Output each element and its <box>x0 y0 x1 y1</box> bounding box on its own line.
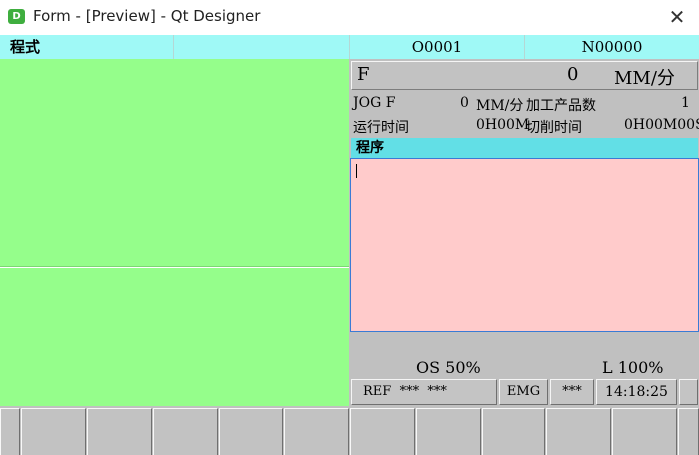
jog-feed-label: JOG F <box>353 95 396 111</box>
softkey-left-arrow[interactable] <box>0 408 20 455</box>
sequence-number: N00000 <box>525 35 699 59</box>
run-time-value: 0H00M <box>476 117 530 133</box>
jog-feed-unit: MM/分 <box>476 98 524 114</box>
softkey-3[interactable] <box>153 408 218 455</box>
feed-label: F <box>357 64 370 85</box>
softkey-6[interactable] <box>350 408 415 455</box>
spindle-override: OS 50% <box>416 358 481 377</box>
emergency-status: EMG <box>499 379 548 405</box>
ref-status: REF *** *** <box>351 379 497 405</box>
softkey-4[interactable] <box>219 408 283 455</box>
program-header: 程序 <box>351 138 698 158</box>
cut-time-label: 切削时间 <box>526 120 582 136</box>
softkey-5[interactable] <box>284 408 349 455</box>
program-number: O0001 <box>350 35 525 59</box>
alarm-status: *** <box>550 379 594 405</box>
feed-rate-bar: F 0 MM/分 <box>351 61 698 90</box>
softkey-8[interactable] <box>482 408 545 455</box>
position-panel-top <box>0 59 349 267</box>
softkey-7[interactable] <box>416 408 481 455</box>
feed-unit: MM/分 <box>614 68 675 89</box>
parts-count-label: 加工产品数 <box>526 98 596 114</box>
jog-feed-value: 0 <box>460 95 469 111</box>
softkey-1[interactable] <box>21 408 86 455</box>
softkey-9[interactable] <box>546 408 611 455</box>
feed-value: 0 <box>567 64 579 85</box>
header-blank-cell <box>174 35 350 59</box>
app-icon: D <box>8 9 25 24</box>
program-editor[interactable] <box>350 158 699 332</box>
softkey-right-arrow[interactable] <box>678 408 699 455</box>
mode-label: 程式 <box>0 35 174 59</box>
close-icon[interactable]: ✕ <box>662 3 692 31</box>
load-override: L 100% <box>602 358 664 377</box>
parts-count-value: 1 <box>681 95 690 111</box>
status-end-cell <box>679 379 698 405</box>
text-cursor <box>356 164 357 178</box>
window-title: Form - [Preview] - Qt Designer <box>33 7 261 25</box>
clock: 14:18:25 <box>596 379 677 405</box>
cut-time-value: 0H00M00S <box>624 117 699 133</box>
softkey-2[interactable] <box>87 408 152 455</box>
run-time-label: 运行时间 <box>353 120 409 136</box>
position-panel-bottom <box>0 268 349 406</box>
softkey-10[interactable] <box>612 408 677 455</box>
